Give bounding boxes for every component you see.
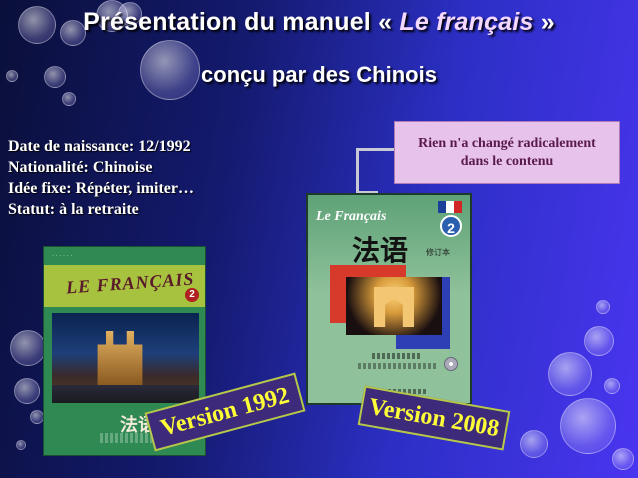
callout-box: Rien n'a changé radicalement dans le con…	[394, 121, 620, 184]
book-2008-volume-badge: 2	[440, 215, 462, 237]
bubble-decoration	[560, 398, 616, 454]
book-2008-title: Le Français	[316, 209, 387, 224]
french-flag-icon	[438, 201, 462, 213]
bubble-decoration	[30, 410, 44, 424]
bubble-decoration	[62, 92, 76, 106]
bubble-decoration	[596, 300, 610, 314]
cd-icon	[444, 357, 458, 371]
slide-title: Présentation du manuel « Le français »	[0, 8, 638, 37]
bubble-decoration	[16, 440, 26, 450]
bubble-decoration	[548, 352, 592, 396]
bubble-decoration	[14, 378, 40, 404]
callout-connector	[356, 148, 396, 194]
book-1992-publisher-line: · · · · · ·	[52, 253, 73, 259]
facts-list: Date de naissance: 12/1992 Nationalité: …	[8, 136, 194, 220]
book-2008-fine-print	[358, 363, 438, 369]
book-cover-2008: Le Français 2 法语 修订本	[306, 193, 472, 405]
book-2008-chinese-subtitle: 修订本	[426, 248, 450, 257]
slide: Présentation du manuel « Le français » c…	[0, 0, 638, 478]
fact-fixed-idea: Idée fixe: Répéter, imiter…	[8, 180, 194, 197]
title-suffix: »	[533, 8, 555, 36]
bubble-decoration	[584, 326, 614, 356]
book-2008-chinese-title: 法语	[352, 235, 409, 266]
bubble-decoration	[604, 378, 620, 394]
book-1992-volume-badge: 2	[185, 288, 199, 302]
book-2008-fine-print	[372, 353, 422, 359]
fact-status: Statut: à la retraite	[8, 201, 139, 218]
slide-subtitle: conçu par des Chinois	[201, 62, 437, 87]
bubble-decoration	[520, 430, 548, 458]
title-prefix: Présentation du manuel «	[83, 8, 400, 36]
bubble-decoration	[612, 448, 634, 470]
fact-nationality: Nationalité: Chinoise	[8, 159, 153, 176]
book-2008-arc-de-triomphe-photo	[346, 277, 442, 335]
bubble-decoration	[10, 330, 46, 366]
title-emphasis: Le français	[399, 8, 534, 36]
fact-birth-date: Date de naissance: 12/1992	[8, 138, 191, 155]
book-1992-cathedral-photo	[52, 313, 199, 403]
